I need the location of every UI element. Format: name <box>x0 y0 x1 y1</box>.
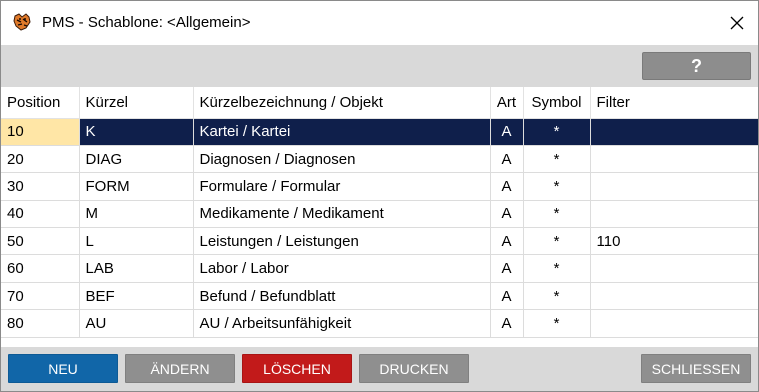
table-row[interactable]: 70 BEF Befund / Befundblatt A * <box>1 282 758 311</box>
cell-art: A <box>490 200 524 229</box>
window-title: PMS - Schablone: <Allgemein> <box>42 14 251 31</box>
cell-art: A <box>490 172 524 201</box>
cell-kuerzel: AU <box>79 309 194 338</box>
cell-filter <box>590 282 758 311</box>
cell-kuerzel: FORM <box>79 172 194 201</box>
cell-art: A <box>490 309 524 338</box>
table-header: Position Kürzel Kürzelbezeichnung / Obje… <box>1 87 758 119</box>
title-bar: PMS - Schablone: <Allgemein> <box>1 1 758 45</box>
cell-symbol: * <box>523 282 591 311</box>
help-button[interactable]: ? <box>642 52 751 80</box>
print-button[interactable]: DRUCKEN <box>359 354 469 383</box>
cell-position: 50 <box>1 227 80 256</box>
close-icon[interactable] <box>719 7 755 39</box>
pms-tiger-icon <box>12 12 32 32</box>
cell-position: 10 <box>1 118 80 146</box>
cell-symbol: * <box>523 200 591 229</box>
cell-filter: 110 <box>590 227 758 256</box>
edit-button[interactable]: ÄNDERN <box>125 354 235 383</box>
table-row[interactable]: 10 K Kartei / Kartei A * <box>1 118 758 146</box>
delete-button[interactable]: LÖSCHEN <box>242 354 352 383</box>
cell-symbol: * <box>523 118 591 146</box>
cell-bezeichnung: Leistungen / Leistungen <box>193 227 491 256</box>
cell-filter <box>590 254 758 283</box>
cell-bezeichnung: Kartei / Kartei <box>193 118 491 146</box>
cell-art: A <box>490 145 524 174</box>
cell-bezeichnung: Labor / Labor <box>193 254 491 283</box>
table-row[interactable]: 80 AU AU / Arbeitsunfähigkeit A * <box>1 309 758 338</box>
column-header-filter[interactable]: Filter <box>590 87 758 119</box>
column-header-symbol[interactable]: Symbol <box>523 87 591 119</box>
cell-filter <box>590 200 758 229</box>
table-row[interactable]: 40 M Medikamente / Medikament A * <box>1 200 758 229</box>
cell-symbol: * <box>523 145 591 174</box>
column-header-kuerzel[interactable]: Kürzel <box>79 87 194 119</box>
table-row[interactable]: 60 LAB Labor / Labor A * <box>1 254 758 283</box>
table-row[interactable]: 50 L Leistungen / Leistungen A * 110 <box>1 227 758 256</box>
cell-kuerzel: K <box>79 118 194 146</box>
cell-bezeichnung: Befund / Befundblatt <box>193 282 491 311</box>
cell-symbol: * <box>523 172 591 201</box>
cell-kuerzel: M <box>79 200 194 229</box>
cell-bezeichnung: Medikamente / Medikament <box>193 200 491 229</box>
cell-art: A <box>490 118 524 146</box>
cell-kuerzel: LAB <box>79 254 194 283</box>
cell-position: 80 <box>1 309 80 338</box>
cell-bezeichnung: Diagnosen / Diagnosen <box>193 145 491 174</box>
cell-art: A <box>490 254 524 283</box>
new-button[interactable]: NEU <box>8 354 118 383</box>
cell-filter <box>590 309 758 338</box>
column-header-bezeichnung[interactable]: Kürzelbezeichnung / Objekt <box>193 87 491 119</box>
cell-art: A <box>490 227 524 256</box>
cell-position: 20 <box>1 145 80 174</box>
cell-bezeichnung: Formulare / Formular <box>193 172 491 201</box>
button-bar: NEU ÄNDERN LÖSCHEN DRUCKEN SCHLIESSEN <box>1 347 758 391</box>
close-button[interactable]: SCHLIESSEN <box>641 354 751 383</box>
cell-kuerzel: L <box>79 227 194 256</box>
cell-symbol: * <box>523 309 591 338</box>
table-row[interactable]: 30 FORM Formulare / Formular A * <box>1 172 758 201</box>
column-header-position[interactable]: Position <box>1 87 80 119</box>
cell-kuerzel: BEF <box>79 282 194 311</box>
table-row[interactable]: 20 DIAG Diagnosen / Diagnosen A * <box>1 145 758 174</box>
cell-position: 70 <box>1 282 80 311</box>
cell-kuerzel: DIAG <box>79 145 194 174</box>
cell-position: 30 <box>1 172 80 201</box>
cell-filter <box>590 145 758 174</box>
cell-position: 40 <box>1 200 80 229</box>
cell-bezeichnung: AU / Arbeitsunfähigkeit <box>193 309 491 338</box>
cell-filter <box>590 172 758 201</box>
toolbar: ? <box>1 45 758 87</box>
dialog-window: PMS - Schablone: <Allgemein> ? Position <box>0 0 759 392</box>
template-table: Position Kürzel Kürzelbezeichnung / Obje… <box>1 87 758 347</box>
cell-symbol: * <box>523 227 591 256</box>
cell-filter <box>590 118 758 146</box>
cell-symbol: * <box>523 254 591 283</box>
cell-position: 60 <box>1 254 80 283</box>
cell-art: A <box>490 282 524 311</box>
column-header-art[interactable]: Art <box>490 87 524 119</box>
